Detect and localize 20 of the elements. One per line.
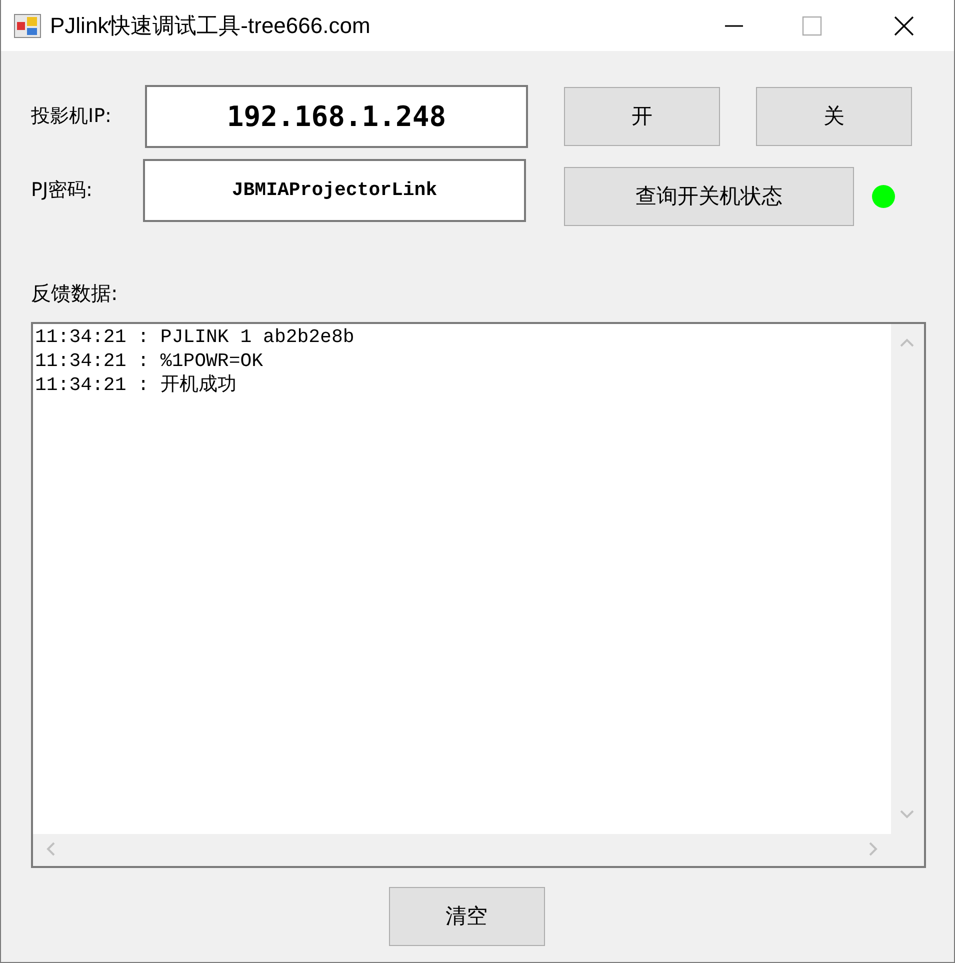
power-on-button[interactable]: 开 — [564, 87, 720, 146]
scroll-down-icon[interactable] — [900, 810, 914, 819]
password-field[interactable]: JBMIAProjectorLink — [143, 158, 526, 222]
log-line: 11:34:21 : 开机成功 — [35, 373, 236, 397]
maximize-icon[interactable] — [802, 16, 822, 36]
scroll-left-icon[interactable] — [46, 842, 55, 856]
ip-field[interactable]: 192.168.1.248 — [145, 84, 528, 148]
scroll-up-icon[interactable] — [900, 338, 914, 347]
window-title: PJlink快速调试工具-tree666.com — [50, 12, 370, 40]
clear-button[interactable]: 清空 — [388, 887, 544, 946]
scroll-right-icon[interactable] — [869, 842, 878, 856]
query-status-button[interactable]: 查询开关机状态 — [564, 167, 854, 226]
feedback-label: 反馈数据: — [31, 280, 119, 307]
password-label: PJ密码: — [31, 178, 94, 203]
app-icon — [14, 14, 41, 38]
log-line: 11:34:21 : PJLINK 1 ab2b2e8b — [35, 325, 354, 349]
log-line: 11:34:21 : %1POWR=OK — [35, 349, 264, 373]
power-off-button[interactable]: 关 — [756, 87, 912, 146]
close-icon[interactable] — [894, 16, 914, 36]
ip-label: 投影机IP: — [31, 104, 112, 129]
